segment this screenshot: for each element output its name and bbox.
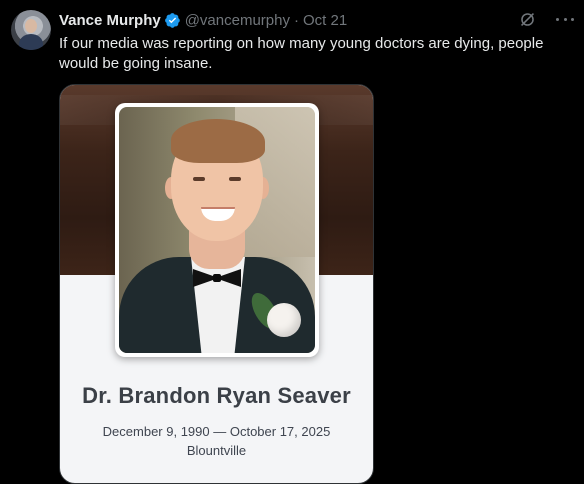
author-avatar[interactable] <box>11 10 51 50</box>
tweet-actions-top <box>519 10 574 28</box>
tweet-timestamp[interactable]: Oct 21 <box>303 12 347 29</box>
verified-badge-icon <box>164 12 181 29</box>
author-handle[interactable]: @vancemurphy <box>185 12 290 29</box>
author-name[interactable]: Vance Murphy <box>59 12 161 29</box>
tweet-text: If our media was reporting on how many y… <box>59 35 544 72</box>
memorial-name: Dr. Brandon Ryan Seaver <box>82 383 351 408</box>
more-options-icon[interactable] <box>556 10 574 28</box>
separator-dot: · <box>293 11 299 29</box>
memorial-dates: December 9, 1990 — October 17, 2025 <box>102 424 331 439</box>
portrait-photo <box>119 107 315 353</box>
portrait-frame <box>115 103 319 357</box>
tweet-media-image[interactable]: Dr. Brandon Ryan Seaver December 9, 1990… <box>59 84 374 484</box>
memorial-place: Blountville <box>186 443 247 458</box>
tweet-header: Vance Murphy @vancemurphy · Oct 21 <box>59 10 572 30</box>
grok-icon[interactable] <box>519 11 536 28</box>
